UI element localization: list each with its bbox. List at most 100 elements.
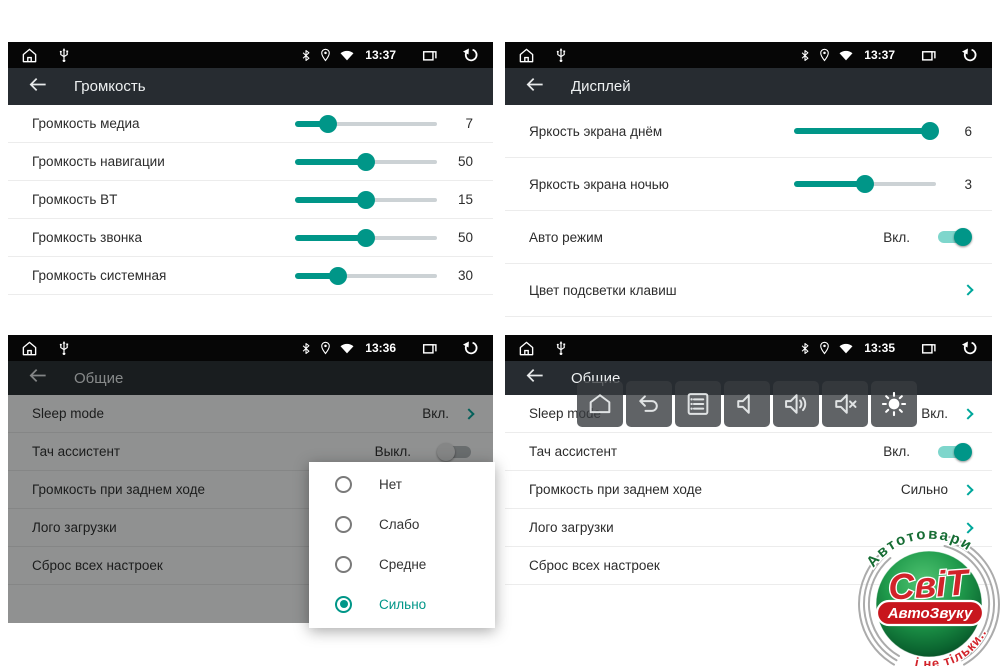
wifi-icon: [839, 343, 853, 354]
back-icon[interactable]: [462, 341, 480, 355]
recents-icon[interactable]: [422, 341, 438, 355]
recents-icon[interactable]: [921, 48, 937, 62]
home-icon[interactable]: [518, 341, 535, 356]
volume-down-icon: [733, 390, 761, 418]
chevron-right-icon: [962, 484, 973, 495]
setting-label: Громкость системная: [32, 268, 287, 283]
volume-up-icon: [782, 390, 810, 418]
location-icon: [320, 48, 331, 62]
toolbar-brightness-button[interactable]: [871, 381, 917, 427]
reverse-volume-dialog: Нет Слабо Средне Сильно: [309, 462, 495, 628]
setting-row-night-brightness[interactable]: Яркость экрана ночью 3: [505, 158, 992, 211]
slider-thumb[interactable]: [856, 175, 874, 193]
back-arrow-icon[interactable]: [526, 368, 544, 388]
radio-icon[interactable]: [335, 596, 352, 613]
slider-thumb[interactable]: [357, 191, 375, 209]
wifi-icon: [340, 343, 354, 354]
slider-thumb[interactable]: [329, 267, 347, 285]
dialog-option-label: Слабо: [379, 517, 419, 532]
location-icon: [320, 341, 331, 355]
setting-row-bt-volume[interactable]: Громкость BT 15: [8, 181, 493, 219]
home-icon[interactable]: [21, 341, 38, 356]
setting-value: Сильно: [901, 482, 948, 497]
ring-volume-slider[interactable]: [295, 229, 437, 247]
status-bar: 13:37: [8, 42, 493, 68]
dialog-option-weak[interactable]: Слабо: [309, 504, 495, 544]
back-icon[interactable]: [961, 48, 979, 62]
system-volume-slider[interactable]: [295, 267, 437, 285]
slider-thumb[interactable]: [921, 122, 939, 140]
toolbar-back-button[interactable]: [626, 381, 672, 427]
app-bar: Громкость: [8, 68, 493, 105]
back-icon[interactable]: [961, 341, 979, 355]
clock: 13:35: [864, 341, 895, 355]
setting-label: Яркость экрана ночью: [529, 177, 786, 192]
bluetooth-icon: [800, 342, 810, 355]
slider-thumb[interactable]: [319, 115, 337, 133]
setting-row-media-volume[interactable]: Громкость медиа 7: [8, 105, 493, 143]
back-arrow-icon[interactable]: [526, 77, 544, 97]
back-icon[interactable]: [462, 48, 480, 62]
setting-value: 3: [946, 177, 972, 192]
toggle-thumb[interactable]: [954, 228, 972, 246]
setting-row-day-brightness[interactable]: Яркость экрана днём 6: [505, 105, 992, 158]
media-volume-slider[interactable]: [295, 115, 437, 133]
setting-label: Цвет подсветки клавиш: [529, 283, 948, 298]
setting-label: Громкость звонка: [32, 230, 287, 245]
setting-row-system-volume[interactable]: Громкость системная 30: [8, 257, 493, 295]
setting-row-ring-volume[interactable]: Громкость звонка 50: [8, 219, 493, 257]
touch-assistant-toggle[interactable]: [936, 442, 972, 462]
slider-fill: [295, 197, 366, 203]
dialog-option-none[interactable]: Нет: [309, 464, 495, 504]
slider-thumb[interactable]: [357, 229, 375, 247]
toolbar-list-button[interactable]: [675, 381, 721, 427]
auto-mode-toggle[interactable]: [936, 227, 972, 247]
setting-label: Громкость при заднем ходе: [529, 482, 901, 497]
toolbar-volume-up-button[interactable]: [773, 381, 819, 427]
clock: 13:37: [864, 48, 895, 62]
radio-icon[interactable]: [335, 556, 352, 573]
setting-row-touch-assistant[interactable]: Тач ассистент Вкл.: [505, 433, 992, 471]
dialog-option-strong[interactable]: Сильно: [309, 584, 495, 624]
toolbar-volume-down-button[interactable]: [724, 381, 770, 427]
nav-volume-slider[interactable]: [295, 153, 437, 171]
toggle-thumb[interactable]: [954, 443, 972, 461]
setting-value: Вкл.: [883, 230, 910, 245]
bluetooth-icon: [301, 49, 311, 62]
list-icon: [684, 390, 712, 418]
screenshot-collage: 13:37 Громкость Громкость медиа 7 Громко…: [0, 0, 1000, 666]
slider-thumb[interactable]: [357, 153, 375, 171]
setting-value: Вкл.: [883, 444, 910, 459]
day-brightness-slider[interactable]: [794, 122, 936, 140]
location-icon: [819, 48, 830, 62]
setting-row-key-backlight-color[interactable]: Цвет подсветки клавиш: [505, 264, 992, 317]
floating-nav-toolbar: [577, 381, 917, 427]
dialog-option-medium[interactable]: Средне: [309, 544, 495, 584]
wifi-icon: [839, 50, 853, 61]
dialog-option-label: Сильно: [379, 597, 426, 612]
radio-icon[interactable]: [335, 476, 352, 493]
chevron-right-icon: [962, 408, 973, 419]
setting-row-nav-volume[interactable]: Громкость навигации 50: [8, 143, 493, 181]
chevron-right-icon: [962, 284, 973, 295]
setting-value: 30: [447, 268, 473, 283]
dialog-option-label: Нет: [379, 477, 402, 492]
home-icon[interactable]: [518, 48, 535, 63]
setting-label: Авто режим: [529, 230, 883, 245]
radio-icon[interactable]: [335, 516, 352, 533]
home-icon: [586, 390, 614, 418]
slider-fill: [794, 128, 930, 134]
setting-row-auto-mode[interactable]: Авто режим Вкл.: [505, 211, 992, 264]
night-brightness-slider[interactable]: [794, 175, 936, 193]
recents-icon[interactable]: [921, 341, 937, 355]
bt-volume-slider[interactable]: [295, 191, 437, 209]
back-arrow-icon[interactable]: [29, 77, 47, 97]
slider-fill: [295, 159, 366, 165]
setting-value: 50: [447, 154, 473, 169]
home-icon[interactable]: [21, 48, 38, 63]
logo-ribbon-text: АвтоЗвуку: [887, 605, 973, 622]
toolbar-mute-button[interactable]: [822, 381, 868, 427]
toolbar-home-button[interactable]: [577, 381, 623, 427]
recents-icon[interactable]: [422, 48, 438, 62]
setting-row-reverse-volume[interactable]: Громкость при заднем ходе Сильно: [505, 471, 992, 509]
